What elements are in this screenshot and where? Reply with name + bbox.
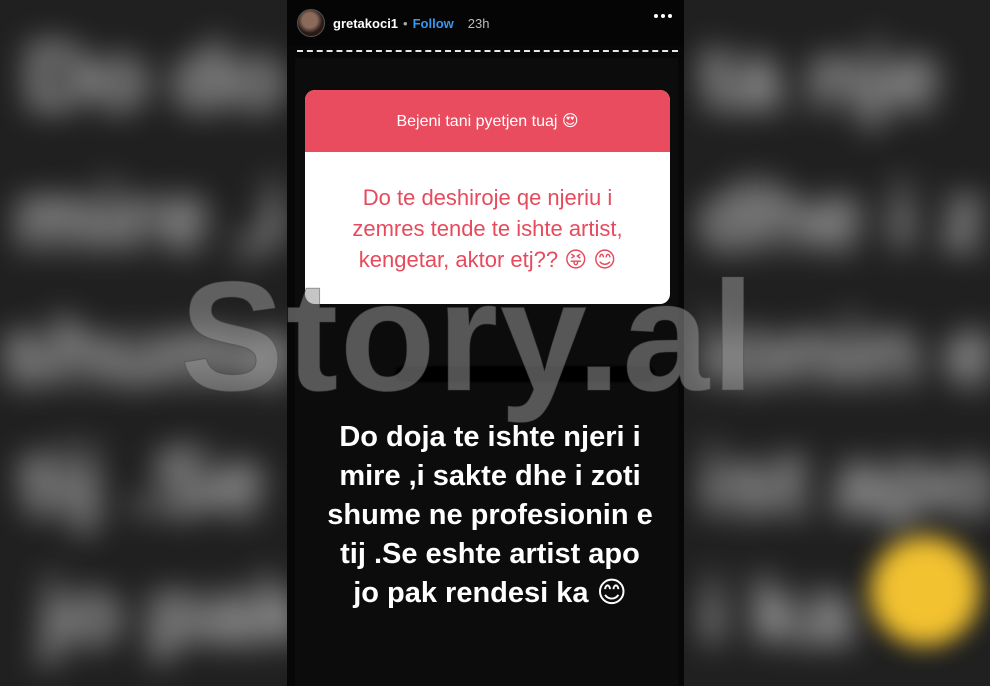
blurred-text: ta nje xyxy=(700,26,941,128)
blurred-text: i ka xyxy=(700,561,854,663)
story-progress-bar xyxy=(297,50,678,52)
answer-line: tij .Se eshte artist apo xyxy=(340,538,640,570)
more-horizontal-icon[interactable] xyxy=(654,14,672,18)
watermark: Story.al xyxy=(180,250,757,425)
avatar[interactable] xyxy=(297,9,325,37)
sticker-prompt: Bejeni tani pyetjen tuaj 😍 xyxy=(305,90,670,152)
blurred-text: ist apo xyxy=(700,431,990,533)
username[interactable]: gretakoci1 xyxy=(333,16,398,31)
story-header: gretakoci1 • Follow 23h xyxy=(287,0,684,46)
follow-button[interactable]: Follow xyxy=(413,16,454,31)
blurred-text: tij .Se xyxy=(20,431,266,533)
post-time: 23h xyxy=(467,15,490,31)
blurred-emoji xyxy=(870,536,980,646)
answer-text: Do doja te ishte njeri i mire ,i sakte d… xyxy=(300,418,680,613)
answer-line: shume ne profesionin e xyxy=(327,499,653,531)
blurred-text: Do do xyxy=(25,26,286,128)
separator-dot: • xyxy=(403,15,408,31)
answer-line: jo pak rendesi ka 😊 xyxy=(353,577,627,609)
blurred-text: jo pak xyxy=(40,561,306,663)
answer-line: mire ,i sakte dhe i zoti xyxy=(339,460,641,492)
